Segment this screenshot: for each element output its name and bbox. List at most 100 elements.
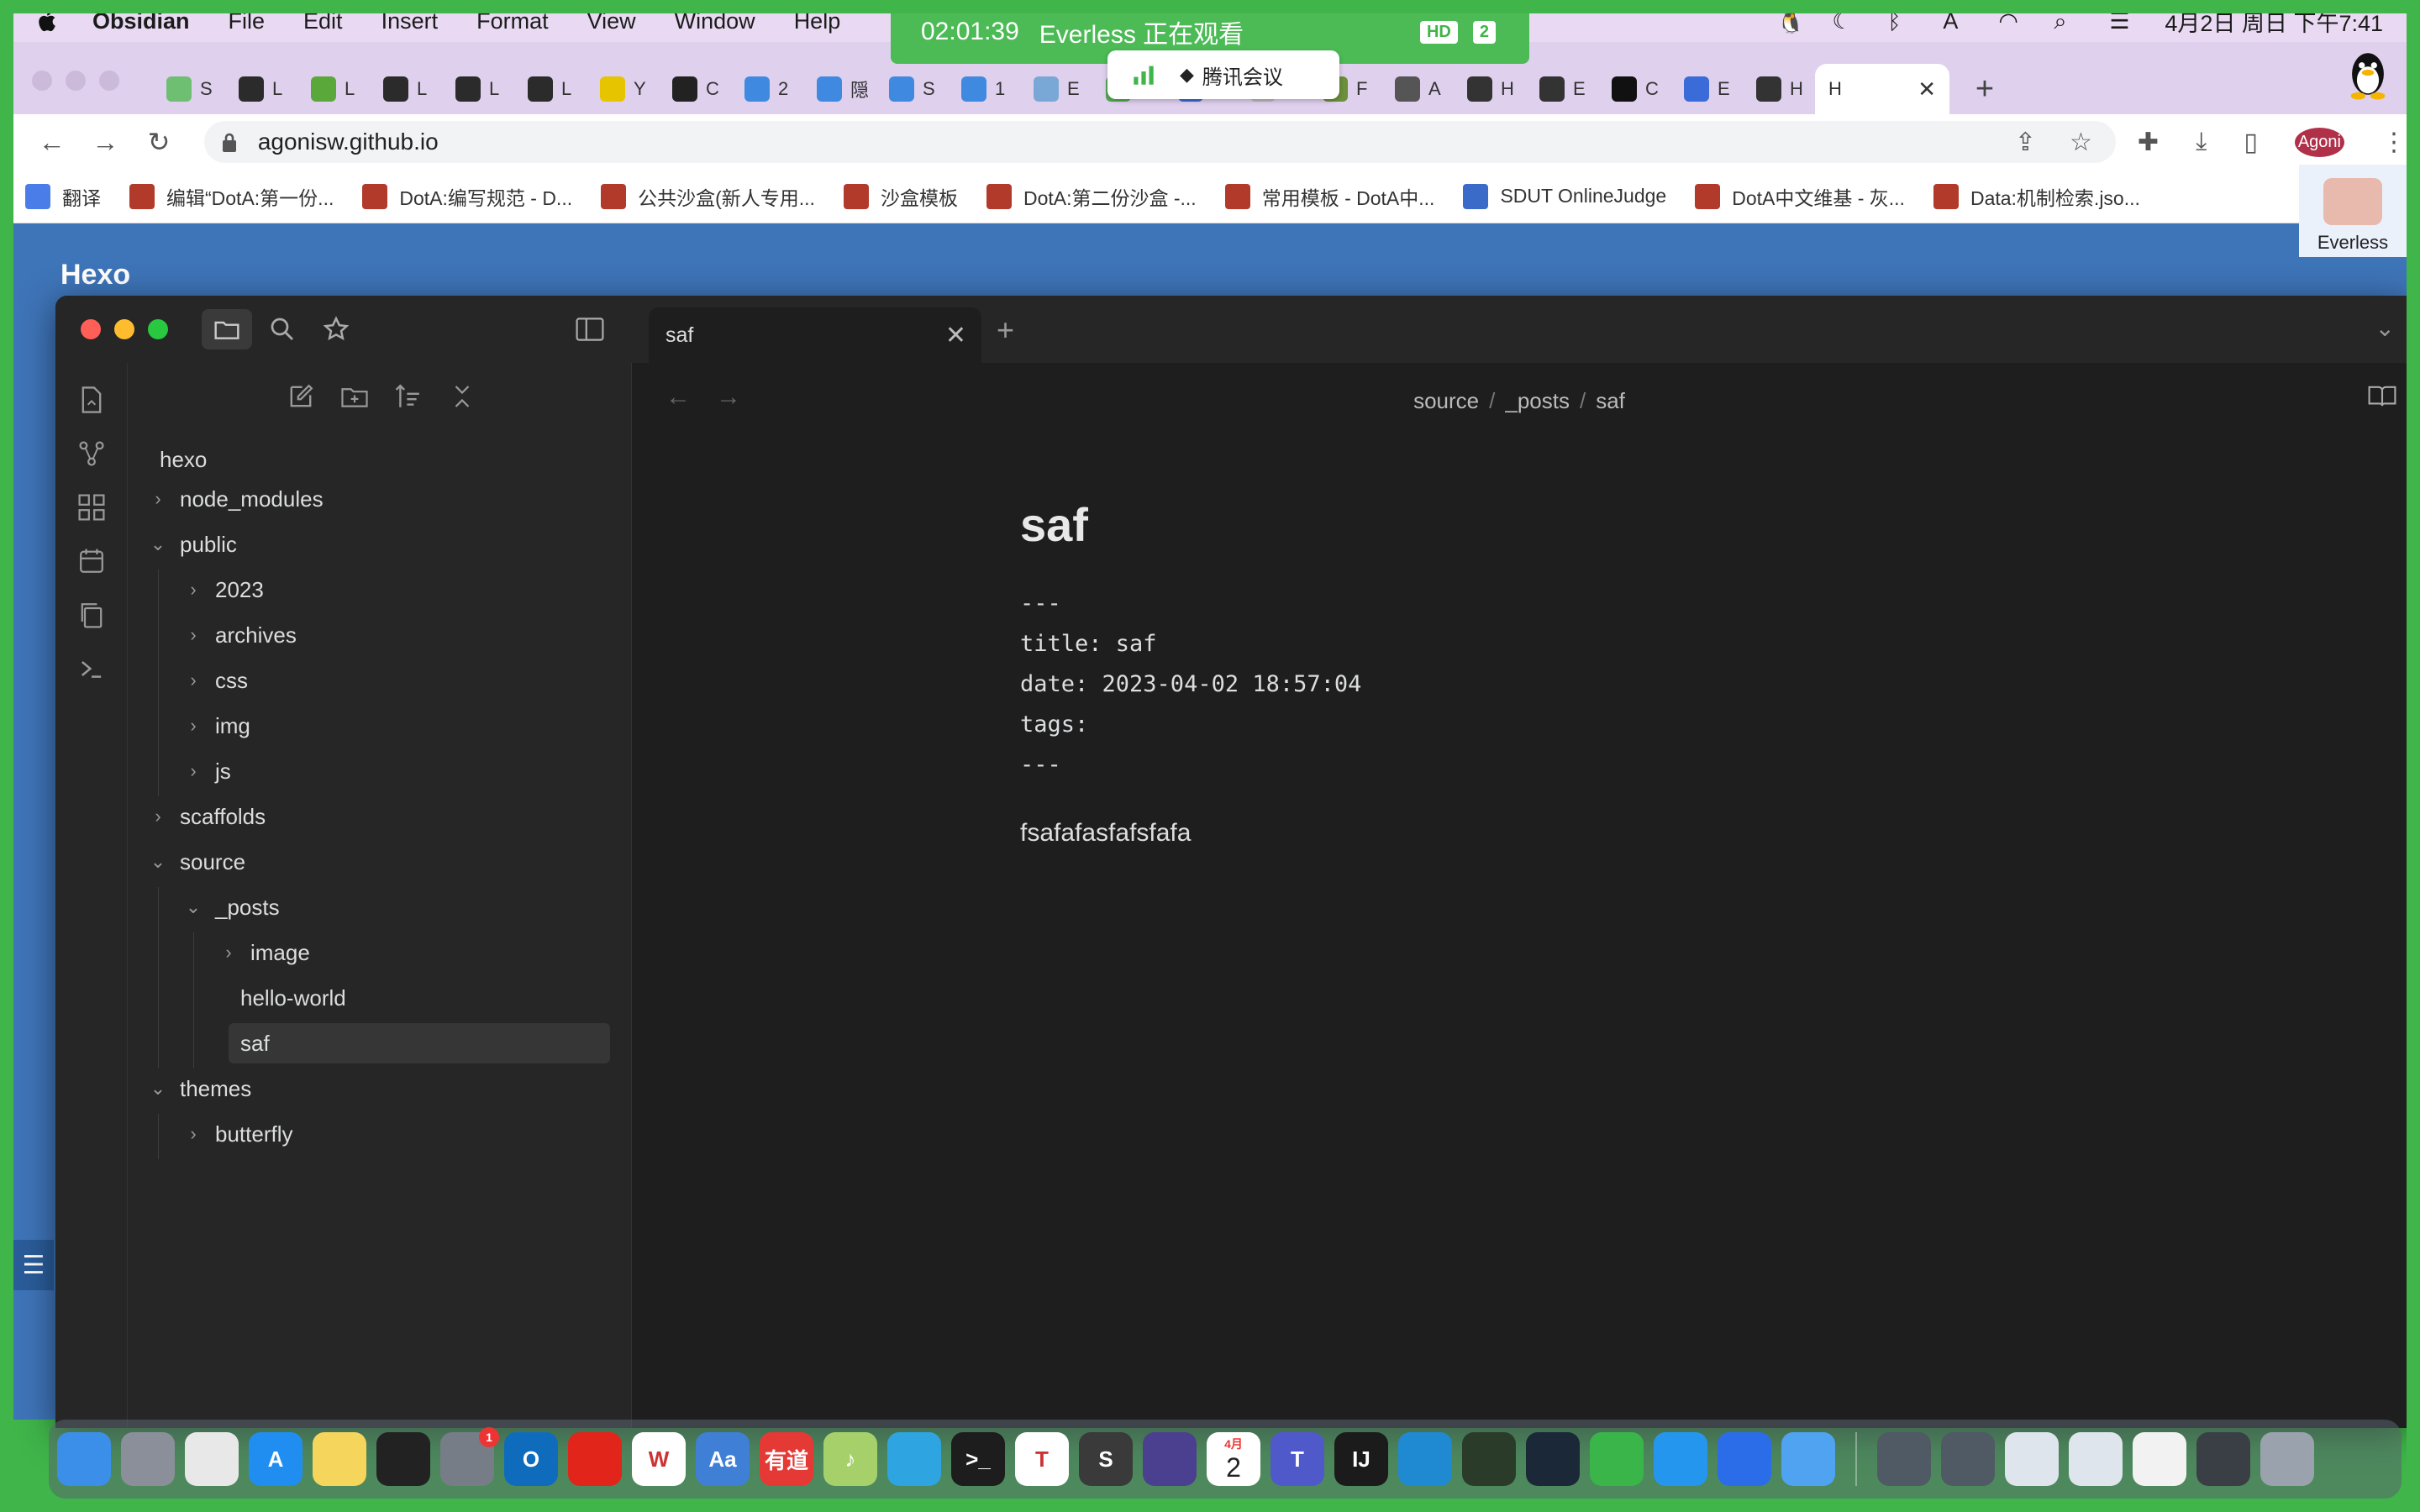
wps-icon[interactable]: W: [632, 1432, 686, 1486]
xcode-icon[interactable]: [1781, 1432, 1835, 1486]
copy-template-icon[interactable]: [76, 600, 107, 630]
bookmark-item[interactable]: 沙盒模板: [843, 182, 958, 211]
folder-item[interactable]: › img: [183, 706, 250, 746]
bookmark-star-icon[interactable]: ☆: [2070, 128, 2092, 157]
chevron-down-icon[interactable]: ⌄: [148, 533, 168, 555]
chevron-right-icon[interactable]: ›: [183, 760, 203, 782]
menu-file[interactable]: File: [229, 8, 266, 34]
browser-tab[interactable]: 2: [731, 64, 803, 114]
url-text[interactable]: agonisw.github.io: [258, 129, 439, 155]
browser-tab[interactable]: 1: [948, 64, 1020, 114]
chevron-right-icon[interactable]: ›: [218, 942, 239, 963]
browser-tab[interactable]: H: [1454, 64, 1526, 114]
tencent-meeting-icon[interactable]: [1718, 1432, 1771, 1486]
chevron-right-icon[interactable]: ›: [183, 579, 203, 601]
moon-icon[interactable]: ☾: [1832, 8, 1857, 34]
sublime-icon[interactable]: S: [1079, 1432, 1133, 1486]
obsidian-icon[interactable]: [1143, 1432, 1197, 1486]
folder-item[interactable]: ⌄ public: [148, 524, 237, 564]
back-icon[interactable]: ←: [37, 127, 67, 157]
chevron-right-icon[interactable]: ›: [183, 624, 203, 646]
vault-root-label[interactable]: hexo: [160, 447, 207, 473]
netease-music-icon[interactable]: [568, 1432, 622, 1486]
notes-icon[interactable]: [313, 1432, 366, 1486]
file-item[interactable]: hello-world: [240, 978, 346, 1018]
side-user-card[interactable]: Everless: [2299, 165, 2407, 257]
reading-view-icon[interactable]: [2368, 385, 2396, 412]
browser-tab[interactable]: C: [659, 64, 731, 114]
folder-item[interactable]: ⌄ _posts: [183, 887, 280, 927]
breadcrumb-posts[interactable]: _posts: [1505, 388, 1570, 413]
new-folder-icon[interactable]: [341, 383, 368, 410]
breadcrumb-file[interactable]: saf: [1596, 388, 1625, 413]
vscode-icon[interactable]: [1398, 1432, 1452, 1486]
browser-tab[interactable]: L: [442, 64, 514, 114]
menu-insert[interactable]: Insert: [381, 8, 439, 34]
typora-icon[interactable]: T: [1015, 1432, 1069, 1486]
chevron-right-icon[interactable]: ›: [183, 669, 203, 691]
input-method-icon[interactable]: A: [1943, 8, 1968, 34]
frontmatter-block[interactable]: --- title: saf date: 2023-04-02 18:57:04…: [1020, 584, 1361, 785]
docker-icon[interactable]: [1654, 1432, 1707, 1486]
folder-item[interactable]: › archives: [183, 615, 297, 655]
terminal-icon[interactable]: [76, 654, 107, 684]
outlook-icon[interactable]: O: [504, 1432, 558, 1486]
side-panel-icon[interactable]: ▯: [2244, 128, 2258, 157]
toc-list-icon[interactable]: ☰: [13, 1240, 54, 1290]
open-quick-switcher-icon[interactable]: [76, 385, 107, 415]
control-center-icon[interactable]: ☰: [2109, 8, 2134, 34]
recent-window-2-icon[interactable]: [1941, 1432, 1995, 1486]
reload-icon[interactable]: ↻: [144, 127, 174, 157]
folder-item[interactable]: › 2023: [183, 570, 264, 610]
menu-edit[interactable]: Edit: [303, 8, 343, 34]
browser-tab[interactable]: L: [297, 64, 370, 114]
close-editor-tab-icon[interactable]: ✕: [945, 321, 966, 350]
bookmark-item[interactable]: 编辑“DotA:第一份...: [129, 182, 334, 211]
files-view-button[interactable]: [202, 309, 252, 349]
browser-tab[interactable]: L: [370, 64, 442, 114]
close-window-dot[interactable]: [81, 319, 101, 339]
graph-view-icon[interactable]: [76, 438, 107, 469]
browser-tab[interactable]: L: [514, 64, 587, 114]
collapse-all-icon[interactable]: [449, 383, 476, 410]
hd-badge[interactable]: HD: [1419, 20, 1458, 44]
calendar-icon[interactable]: 4月 2: [1207, 1432, 1260, 1486]
calendar-icon[interactable]: [76, 546, 107, 576]
menubar-clock[interactable]: 4月2日 周日 下午7:41: [2165, 5, 2383, 38]
telegram-icon[interactable]: [887, 1432, 941, 1486]
menu-app-name[interactable]: Obsidian: [92, 8, 190, 34]
browser-tab[interactable]: E: [1670, 64, 1743, 114]
editor-tab[interactable]: saf ✕: [649, 307, 981, 363]
browser-close-dot[interactable]: [32, 71, 52, 91]
bookmark-item[interactable]: 常用模板 - DotA中...: [1224, 182, 1434, 211]
chevron-down-icon[interactable]: ⌄: [148, 1078, 168, 1100]
folder-item[interactable]: › js: [183, 751, 230, 791]
chrome-icon[interactable]: [185, 1432, 239, 1486]
note-title[interactable]: saf: [1020, 497, 1361, 552]
new-note-icon[interactable]: [287, 383, 314, 410]
folder-item[interactable]: › scaffolds: [148, 796, 266, 837]
sort-order-icon[interactable]: [395, 383, 422, 410]
meeting-app-pill[interactable]: ◆ 腾讯会议: [1107, 50, 1339, 99]
browser-tab[interactable]: E: [1020, 64, 1092, 114]
menu-help[interactable]: Help: [794, 8, 841, 34]
teams-icon[interactable]: T: [1270, 1432, 1324, 1486]
folder-item[interactable]: › image: [218, 932, 310, 973]
chevron-down-icon[interactable]: ⌄: [183, 896, 203, 918]
system-preferences-icon[interactable]: 1: [440, 1427, 499, 1486]
folder-item[interactable]: › css: [183, 660, 248, 701]
app-store-icon[interactable]: A: [249, 1432, 302, 1486]
minimize-window-dot[interactable]: [114, 319, 134, 339]
address-bar[interactable]: agonisw.github.io ⇪ ☆: [203, 121, 2116, 163]
note-content[interactable]: saf --- title: saf date: 2023-04-02 18:5…: [1020, 497, 1361, 848]
bookmark-item[interactable]: 公共沙盒(新人专用...: [601, 182, 815, 211]
folder-item[interactable]: ⌄ source: [148, 842, 245, 882]
canvas-grid-icon[interactable]: [76, 492, 107, 522]
browser-minimize-dot[interactable]: [66, 71, 86, 91]
browser-tab[interactable]: L: [225, 64, 297, 114]
terminal-icon[interactable]: >_: [951, 1432, 1005, 1486]
chevron-right-icon[interactable]: ›: [183, 1123, 203, 1145]
share-icon[interactable]: ⇪: [2015, 128, 2036, 157]
collapse-sidebar-button[interactable]: [565, 309, 615, 349]
bookmark-item[interactable]: Data:机制检索.jso...: [1933, 182, 2140, 211]
